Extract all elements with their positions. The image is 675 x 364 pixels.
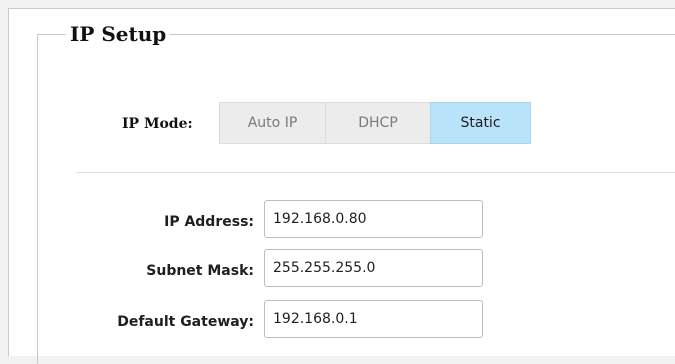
subnet-mask-label: Subnet Mask: [146, 263, 254, 279]
default-gateway-input[interactable] [264, 300, 483, 338]
ip-mode-dhcp-button[interactable]: DHCP [325, 102, 431, 144]
ip-mode-static-button[interactable]: Static [430, 102, 531, 144]
ip-mode-label: IP Mode: [122, 116, 193, 132]
ip-setup-title: IP Setup [66, 21, 171, 47]
default-gateway-label: Default Gateway: [117, 314, 254, 330]
subnet-mask-input[interactable] [264, 249, 483, 287]
section-divider [76, 172, 675, 173]
ip-address-input[interactable] [264, 200, 483, 238]
ip-mode-auto-ip-button[interactable]: Auto IP [219, 102, 326, 144]
ip-address-label: IP Address: [164, 214, 254, 230]
